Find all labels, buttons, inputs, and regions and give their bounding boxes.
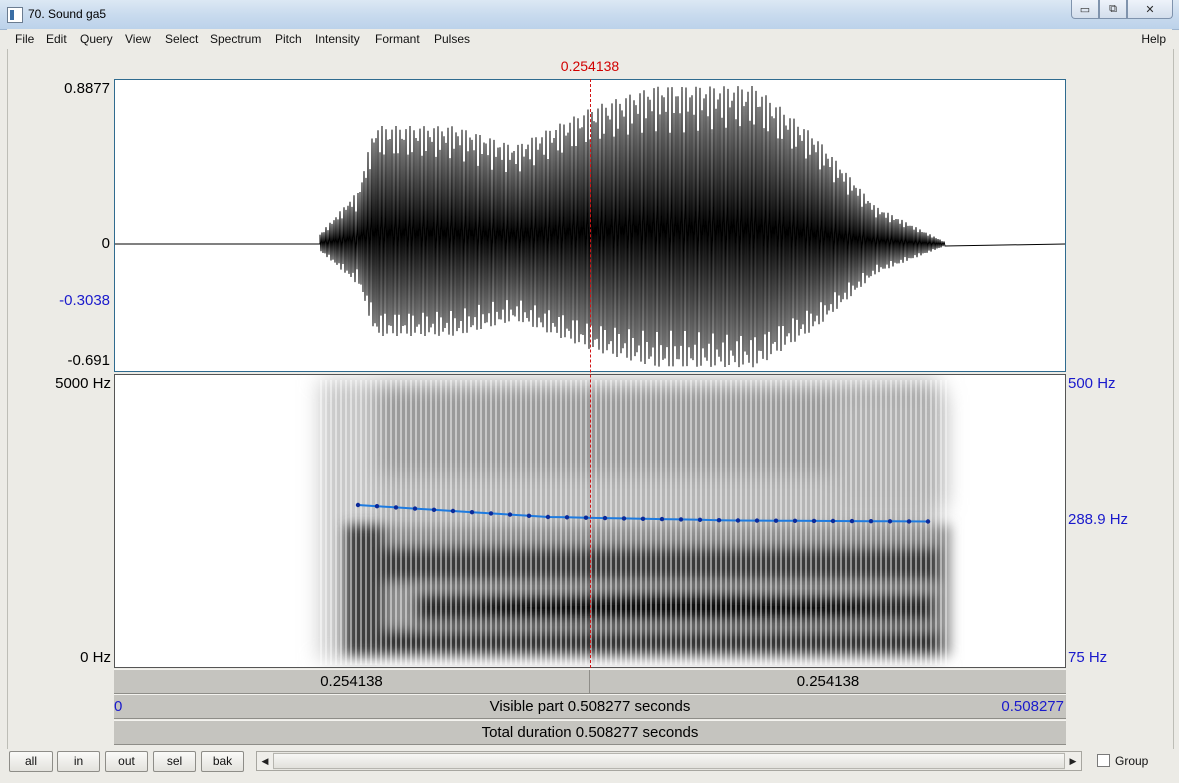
pitch-point: [906, 519, 912, 524]
waveform-zero-label: 0: [101, 235, 110, 252]
pitch-point: [659, 516, 665, 522]
menu-formant[interactable]: Formant: [375, 32, 420, 46]
menu-help[interactable]: Help: [1141, 32, 1166, 46]
zoom-selection-button[interactable]: sel: [153, 751, 196, 772]
pitch-point: [526, 513, 532, 518]
spectrogram-striations: [320, 380, 950, 665]
title-bar: 70. Sound ga5 ▭ ⧉ ✕: [0, 0, 1179, 30]
pitch-current-label: 288.9 Hz: [1068, 511, 1129, 528]
pitch-point: [697, 517, 703, 522]
app-icon: [7, 7, 23, 23]
pitch-point: [431, 507, 437, 512]
menu-file[interactable]: File: [15, 32, 34, 46]
pitch-point: [545, 514, 551, 520]
waveform-cursor-value-label: -0.3038: [59, 292, 110, 309]
pitch-point: [830, 518, 836, 524]
total-duration-label: Total duration 0.508277 seconds: [481, 724, 699, 741]
pitch-point: [621, 516, 627, 521]
close-button[interactable]: ✕: [1127, 0, 1173, 19]
cursor-bar[interactable]: 0.254138 0.254138: [114, 669, 1066, 694]
visible-part-bar[interactable]: 0 Visible part 0.508277 seconds 0.508277: [114, 694, 1066, 719]
cursor-left-segment[interactable]: 0.254138: [114, 670, 590, 693]
restore-button[interactable]: ⧉: [1099, 0, 1127, 19]
pitch-point: [735, 518, 741, 523]
menu-bar: File Edit Query View Select Spectrum Pit…: [7, 29, 1172, 50]
pitch-point: [640, 516, 646, 521]
pitch-point: [716, 518, 722, 523]
pitch-point: [412, 506, 418, 511]
pitch-point: [469, 510, 475, 515]
window-title: 70. Sound ga5: [28, 7, 107, 21]
pitch-point: [868, 519, 874, 524]
cursor-right-segment[interactable]: 0.254138: [590, 670, 1066, 693]
total-duration-bar[interactable]: Total duration 0.508277 seconds: [114, 720, 1066, 745]
pitch-point: [507, 512, 513, 517]
cursor-line: [590, 79, 591, 668]
menu-intensity[interactable]: Intensity: [315, 32, 360, 46]
horizontal-scrollbar[interactable]: ◀ ▶: [256, 751, 1082, 771]
menu-query[interactable]: Query: [80, 32, 113, 46]
menu-pulses[interactable]: Pulses: [434, 32, 470, 46]
cursor-time-label: 0.254138: [560, 58, 620, 74]
group-toggle[interactable]: Group: [1097, 754, 1148, 768]
zoom-back-button[interactable]: bak: [201, 751, 244, 772]
scroll-thumb[interactable]: [273, 753, 1065, 769]
pitch-point: [925, 519, 931, 524]
minimize-button[interactable]: ▭: [1071, 0, 1099, 19]
pitch-point: [773, 518, 779, 523]
pitch-point: [602, 515, 608, 521]
group-label: Group: [1115, 754, 1149, 768]
spectrogram-bottom-label: 0 Hz: [80, 649, 111, 666]
pitch-point: [792, 518, 798, 523]
menu-spectrum[interactable]: Spectrum: [210, 32, 261, 46]
menu-select[interactable]: Select: [165, 32, 198, 46]
pitch-top-label: 500 Hz: [1068, 375, 1116, 392]
menu-edit[interactable]: Edit: [46, 32, 67, 46]
scroll-right-icon[interactable]: ▶: [1065, 752, 1081, 770]
pitch-point: [583, 515, 589, 520]
waveform-ymin-label: -0.691: [67, 352, 110, 369]
pitch-point: [678, 517, 684, 522]
scroll-left-icon[interactable]: ◀: [257, 752, 273, 770]
spectrogram-top-label: 5000 Hz: [55, 375, 111, 392]
waveform-ymax-label: 0.8877: [64, 80, 110, 97]
pitch-point: [849, 518, 855, 524]
pitch-point: [450, 508, 456, 514]
bottom-toolbar: all in out sel bak ◀ ▶ Group: [7, 749, 1172, 776]
pitch-point: [393, 505, 399, 510]
pitch-point: [488, 511, 494, 516]
group-checkbox[interactable]: [1097, 754, 1110, 767]
visible-end-label: 0.508277: [1001, 698, 1064, 715]
menu-view[interactable]: View: [125, 32, 151, 46]
pitch-point: [355, 502, 361, 508]
pitch-point: [811, 518, 817, 524]
pitch-point: [564, 515, 570, 520]
zoom-all-button[interactable]: all: [9, 751, 53, 772]
menu-pitch[interactable]: Pitch: [275, 32, 302, 46]
pitch-point: [374, 504, 380, 509]
pitch-point: [887, 519, 893, 524]
zoom-out-button[interactable]: out: [105, 751, 148, 772]
zoom-in-button[interactable]: in: [57, 751, 100, 772]
visible-part-label: Visible part 0.508277 seconds: [489, 698, 691, 715]
pitch-bottom-label: 75 Hz: [1068, 649, 1108, 666]
pitch-point: [754, 518, 760, 523]
